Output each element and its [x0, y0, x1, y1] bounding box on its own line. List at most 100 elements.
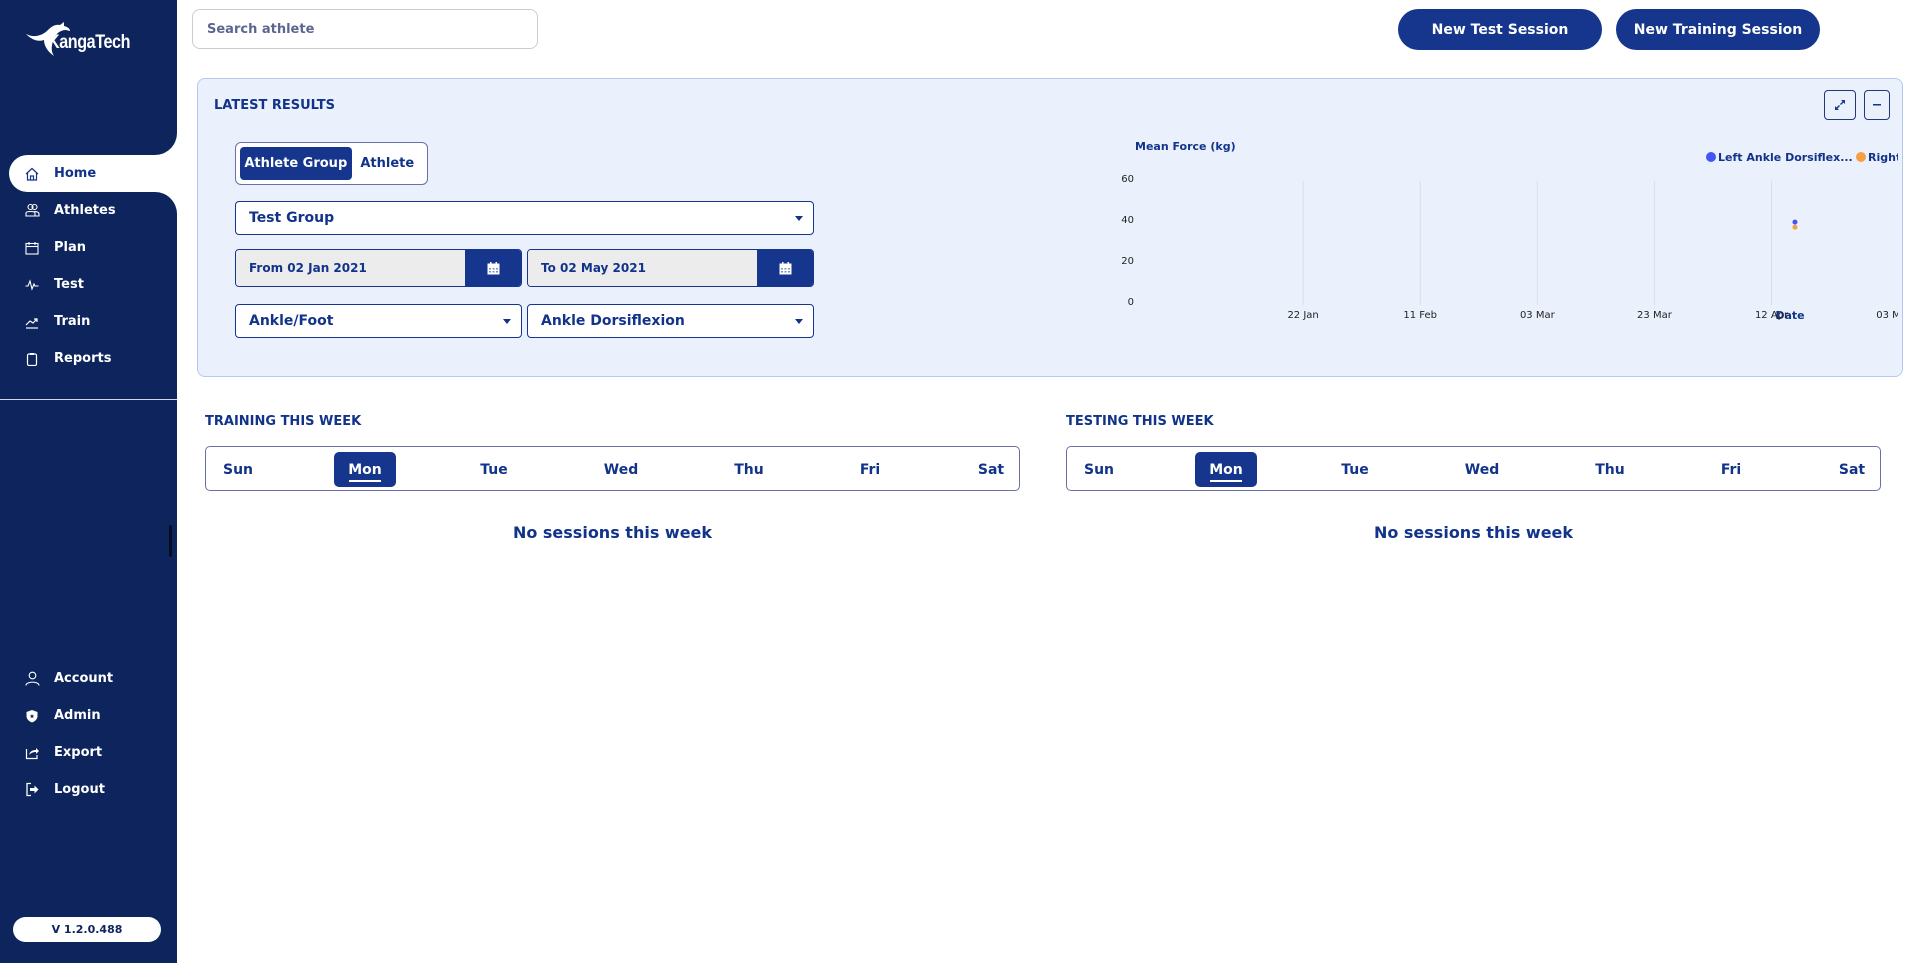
day-mon[interactable]: Mon	[1195, 452, 1257, 487]
day-tue[interactable]: Tue	[469, 452, 519, 487]
from-date-picker[interactable]: From 02 Jan 2021	[235, 249, 522, 287]
shield-icon	[24, 708, 40, 724]
home-icon	[24, 166, 40, 182]
legend-label: Right Ankle Dorsifle...	[1868, 151, 1898, 164]
data-point	[1792, 219, 1798, 225]
y-tick-label: 40	[1121, 215, 1134, 226]
nav-item-logout[interactable]: Logout	[0, 771, 177, 808]
nav-label: Plan	[54, 240, 87, 255]
day-thu[interactable]: Thu	[724, 452, 774, 487]
from-date-calendar-button[interactable]	[465, 250, 521, 286]
nav-label: Train	[54, 314, 91, 329]
version-badge: V 1.2.0.488	[13, 917, 161, 942]
brand-name: KangaTech	[48, 32, 131, 53]
nav-label: Reports	[54, 351, 112, 366]
legend-marker-icon	[1706, 152, 1716, 162]
calendar-icon	[487, 261, 499, 274]
nav-label: Account	[54, 671, 114, 686]
y-tick-label: 20	[1121, 256, 1134, 267]
training-empty-message: No sessions this week	[512, 523, 713, 542]
toggle-athlete-group[interactable]: Athlete Group	[240, 147, 352, 180]
day-sat[interactable]: Sat	[966, 452, 1016, 487]
data-point	[1792, 224, 1798, 230]
test-type-select-value: Ankle Dorsiflexion	[541, 313, 685, 329]
search-athlete-input[interactable]	[192, 9, 538, 49]
training-week-title: TRAINING THIS WEEK	[205, 414, 362, 429]
calendar-icon	[779, 261, 791, 274]
day-fri[interactable]: Fri	[845, 452, 895, 487]
to-date-value[interactable]: To 02 May 2021	[528, 250, 757, 286]
chevron-down-icon	[795, 319, 803, 324]
nav-item-test[interactable]: Test	[0, 266, 177, 303]
nav-item-train[interactable]: Train	[0, 303, 177, 340]
nav-item-home[interactable]: Home	[9, 155, 177, 192]
nav-label: Logout	[54, 782, 105, 797]
latest-results-title: LATEST RESULTS	[214, 98, 336, 113]
user-icon	[24, 671, 40, 687]
chevron-down-icon	[795, 216, 803, 221]
nav-item-account[interactable]: Account	[0, 660, 177, 697]
body-part-select[interactable]: Ankle/Foot	[235, 304, 522, 338]
to-date-picker[interactable]: To 02 May 2021	[527, 249, 814, 287]
day-wed[interactable]: Wed	[596, 452, 646, 487]
x-tick-label: 12 Apr	[1755, 310, 1789, 321]
nav-label: Test	[54, 277, 84, 292]
day-sat[interactable]: Sat	[1827, 452, 1877, 487]
y-axis-title: Mean Force (kg)	[1135, 140, 1236, 153]
nav-curve	[147, 122, 177, 155]
to-date-calendar-button[interactable]	[757, 250, 813, 286]
legend-label: Left Ankle Dorsiflex...	[1718, 151, 1853, 164]
day-wed[interactable]: Wed	[1457, 452, 1507, 487]
clipboard-icon	[24, 351, 40, 367]
day-fri[interactable]: Fri	[1706, 452, 1756, 487]
day-sun[interactable]: Sun	[213, 452, 263, 487]
new-training-session-button[interactable]: New Training Session	[1616, 9, 1820, 50]
testing-empty-message: No sessions this week	[1373, 523, 1574, 542]
minus-icon	[1873, 104, 1881, 106]
nav-item-export[interactable]: Export	[0, 734, 177, 771]
testing-week-title: TESTING THIS WEEK	[1066, 414, 1214, 429]
sidebar-scroll-handle[interactable]	[169, 525, 172, 557]
day-sun[interactable]: Sun	[1074, 452, 1124, 487]
testing-week-selector: Sun Mon Tue Wed Thu Fri Sat	[1066, 446, 1881, 491]
athlete-mode-toggle: Athlete Group Athlete	[235, 142, 428, 185]
nav-label: Athletes	[54, 203, 116, 218]
day-thu[interactable]: Thu	[1585, 452, 1635, 487]
y-tick-label: 0	[1128, 297, 1134, 308]
account-nav: Account Admin Export Logout	[0, 660, 177, 808]
y-tick-label: 60	[1121, 174, 1134, 185]
nav-item-reports[interactable]: Reports	[0, 340, 177, 377]
x-tick-label: 03 May	[1876, 310, 1898, 321]
nav-label: Admin	[54, 708, 101, 723]
logout-icon	[24, 782, 40, 798]
collapse-button[interactable]	[1864, 90, 1890, 120]
x-tick-label: 03 Mar	[1520, 310, 1556, 321]
nav-item-athletes[interactable]: Athletes	[0, 192, 177, 229]
expand-button[interactable]	[1824, 90, 1856, 120]
calendar-icon	[24, 240, 40, 256]
pulse-icon	[24, 277, 40, 293]
from-date-value[interactable]: From 02 Jan 2021	[236, 250, 465, 286]
group-select[interactable]: Test Group	[235, 201, 814, 235]
main-nav: Home Athletes Plan Test Train Reports	[0, 155, 177, 377]
group-select-value: Test Group	[249, 210, 335, 226]
body-part-select-value: Ankle/Foot	[249, 313, 334, 329]
day-mon[interactable]: Mon	[334, 452, 396, 487]
sidebar: KangaTech Home Athletes Plan Test Train …	[0, 0, 177, 963]
nav-item-plan[interactable]: Plan	[0, 229, 177, 266]
mean-force-chart: Mean Force (kg) Date 0204060 22 Jan 11 Fe…	[1121, 140, 1898, 322]
export-icon	[24, 745, 40, 761]
training-week-selector: Sun Mon Tue Wed Thu Fri Sat	[205, 446, 1020, 491]
day-tue[interactable]: Tue	[1330, 452, 1380, 487]
chevron-down-icon	[503, 319, 511, 324]
new-test-session-button[interactable]: New Test Session	[1398, 9, 1602, 50]
x-tick-label: 22 Jan	[1287, 310, 1318, 321]
nav-label: Export	[54, 745, 103, 760]
trend-icon	[24, 314, 40, 330]
latest-results-card: LATEST RESULTS Athlete Group Athlete Tes…	[197, 78, 1903, 377]
test-type-select[interactable]: Ankle Dorsiflexion	[527, 304, 814, 338]
sidebar-divider	[0, 399, 177, 400]
x-tick-label: 11 Feb	[1403, 310, 1437, 321]
toggle-athlete[interactable]: Athlete	[352, 147, 423, 180]
nav-item-admin[interactable]: Admin	[0, 697, 177, 734]
